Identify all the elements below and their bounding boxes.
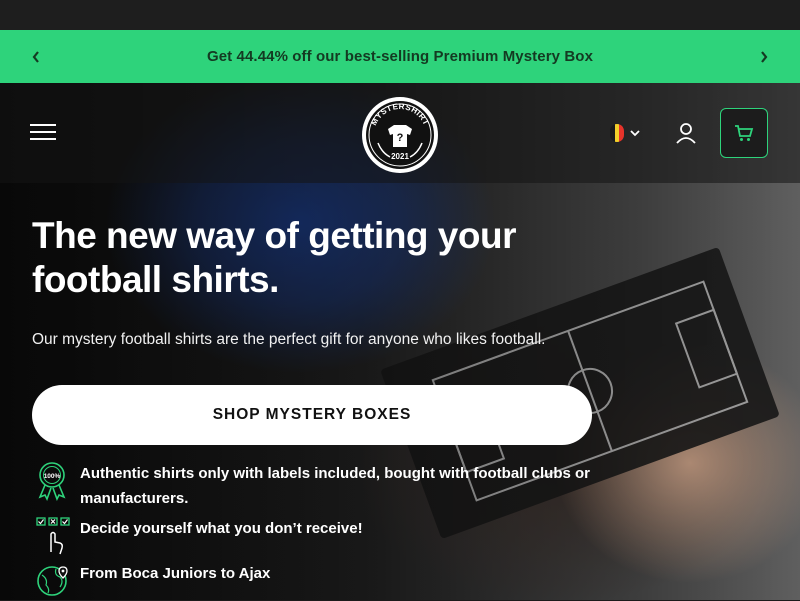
shop-mystery-boxes-button[interactable]: SHOP MYSTERY BOXES xyxy=(32,385,592,445)
chevron-down-icon xyxy=(630,130,640,137)
top-strip xyxy=(0,0,800,30)
svg-text:100%: 100% xyxy=(44,473,61,480)
svg-text:2021: 2021 xyxy=(391,152,409,161)
announcement-prev-button[interactable] xyxy=(16,30,56,83)
feature-item: 100% Authentic shirts only with labels i… xyxy=(36,461,600,511)
country-selector[interactable] xyxy=(610,123,654,143)
belgium-flag-icon xyxy=(610,124,624,142)
chevron-right-icon xyxy=(761,50,768,63)
mystershirt-logo[interactable]: MYSTERSHIRT ? 2021 xyxy=(360,95,440,175)
checklist-hand-icon xyxy=(36,517,70,555)
cart-icon xyxy=(735,125,754,141)
award-badge-icon: 100% xyxy=(38,462,66,501)
feature-item: Decide yourself what you don’t receive! xyxy=(36,516,600,556)
account-button[interactable] xyxy=(674,121,698,145)
globe-pin-icon xyxy=(37,566,68,596)
hamburger-menu-icon[interactable] xyxy=(30,124,56,142)
feature-item: From Boca Juniors to Ajax xyxy=(36,561,600,601)
announcement-next-button[interactable] xyxy=(744,30,784,83)
chevron-left-icon xyxy=(32,50,39,63)
feature-text: Authentic shirts only with labels includ… xyxy=(80,465,591,507)
svg-text:?: ? xyxy=(397,132,404,144)
user-icon xyxy=(676,123,696,144)
announcement-bar: Get 44.44% off our best-selling Premium … xyxy=(0,30,800,83)
logo-emblem: MYSTERSHIRT ? 2021 xyxy=(362,97,438,173)
cart-button[interactable] xyxy=(720,108,768,158)
hero-title: The new way of getting your football shi… xyxy=(32,215,516,300)
feature-text: Decide yourself what you don’t receive! xyxy=(80,520,363,537)
feature-text: From Boca Juniors to Ajax xyxy=(80,565,271,582)
site-header: MYSTERSHIRT ? 2021 xyxy=(0,83,800,183)
hero-subtitle: Our mystery football shirts are the perf… xyxy=(32,331,546,348)
announcement-message: Get 44.44% off our best-selling Premium … xyxy=(206,48,594,65)
